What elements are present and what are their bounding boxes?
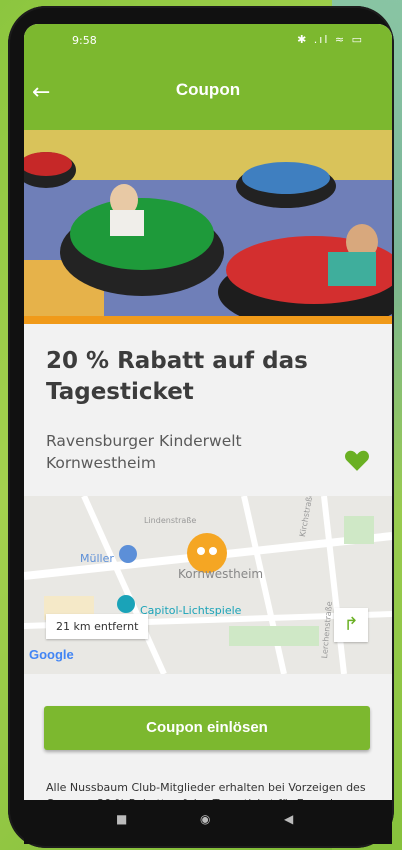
- heart-icon[interactable]: [344, 448, 370, 472]
- page-title: Coupon: [175, 80, 241, 99]
- back-nav-icon[interactable]: ◀: [284, 812, 293, 826]
- map-label-street1: Lindenstraße: [144, 516, 197, 525]
- coupon-description: Alle Nussbaum Club-Mitglieder erhalten b…: [46, 781, 366, 800]
- coupon-title: 20 % Rabatt auf das Tagesticket: [46, 348, 308, 405]
- redeem-coupon-button[interactable]: Coupon einlösen: [44, 706, 370, 750]
- directions-icon[interactable]: ↱: [334, 608, 368, 642]
- app-screen: 9:58 ✱ .ıl ≈ ▭ ← Coupon 20 % Rabatt auf …: [24, 24, 392, 800]
- status-bar: 9:58 ✱ .ıl ≈ ▭: [24, 24, 392, 56]
- home-icon[interactable]: ◉: [200, 812, 210, 826]
- recent-apps-icon[interactable]: ■: [116, 812, 127, 826]
- map-label-kornwestheim: Kornwestheim: [178, 567, 264, 581]
- distance-label: 21 km entfernt: [46, 614, 149, 639]
- venue-name: Ravensburger Kinderwelt Kornwestheim: [46, 432, 242, 472]
- status-icons: ✱ .ıl ≈ ▭: [297, 33, 364, 46]
- google-logo: Google: [29, 647, 74, 662]
- system-navigation-bar: ■ ◉ ◀: [24, 800, 392, 844]
- location-map[interactable]: Müller Kornwestheim Capitol-Lichtspiele …: [24, 496, 392, 674]
- map-label-capitol: Capitol-Lichtspiele: [140, 604, 242, 617]
- hero-image: [24, 130, 392, 316]
- app-bar: ← Coupon: [24, 56, 392, 130]
- accent-divider: [24, 316, 392, 324]
- status-time: 9:58: [72, 34, 97, 47]
- map-label-mueller: Müller: [80, 552, 114, 565]
